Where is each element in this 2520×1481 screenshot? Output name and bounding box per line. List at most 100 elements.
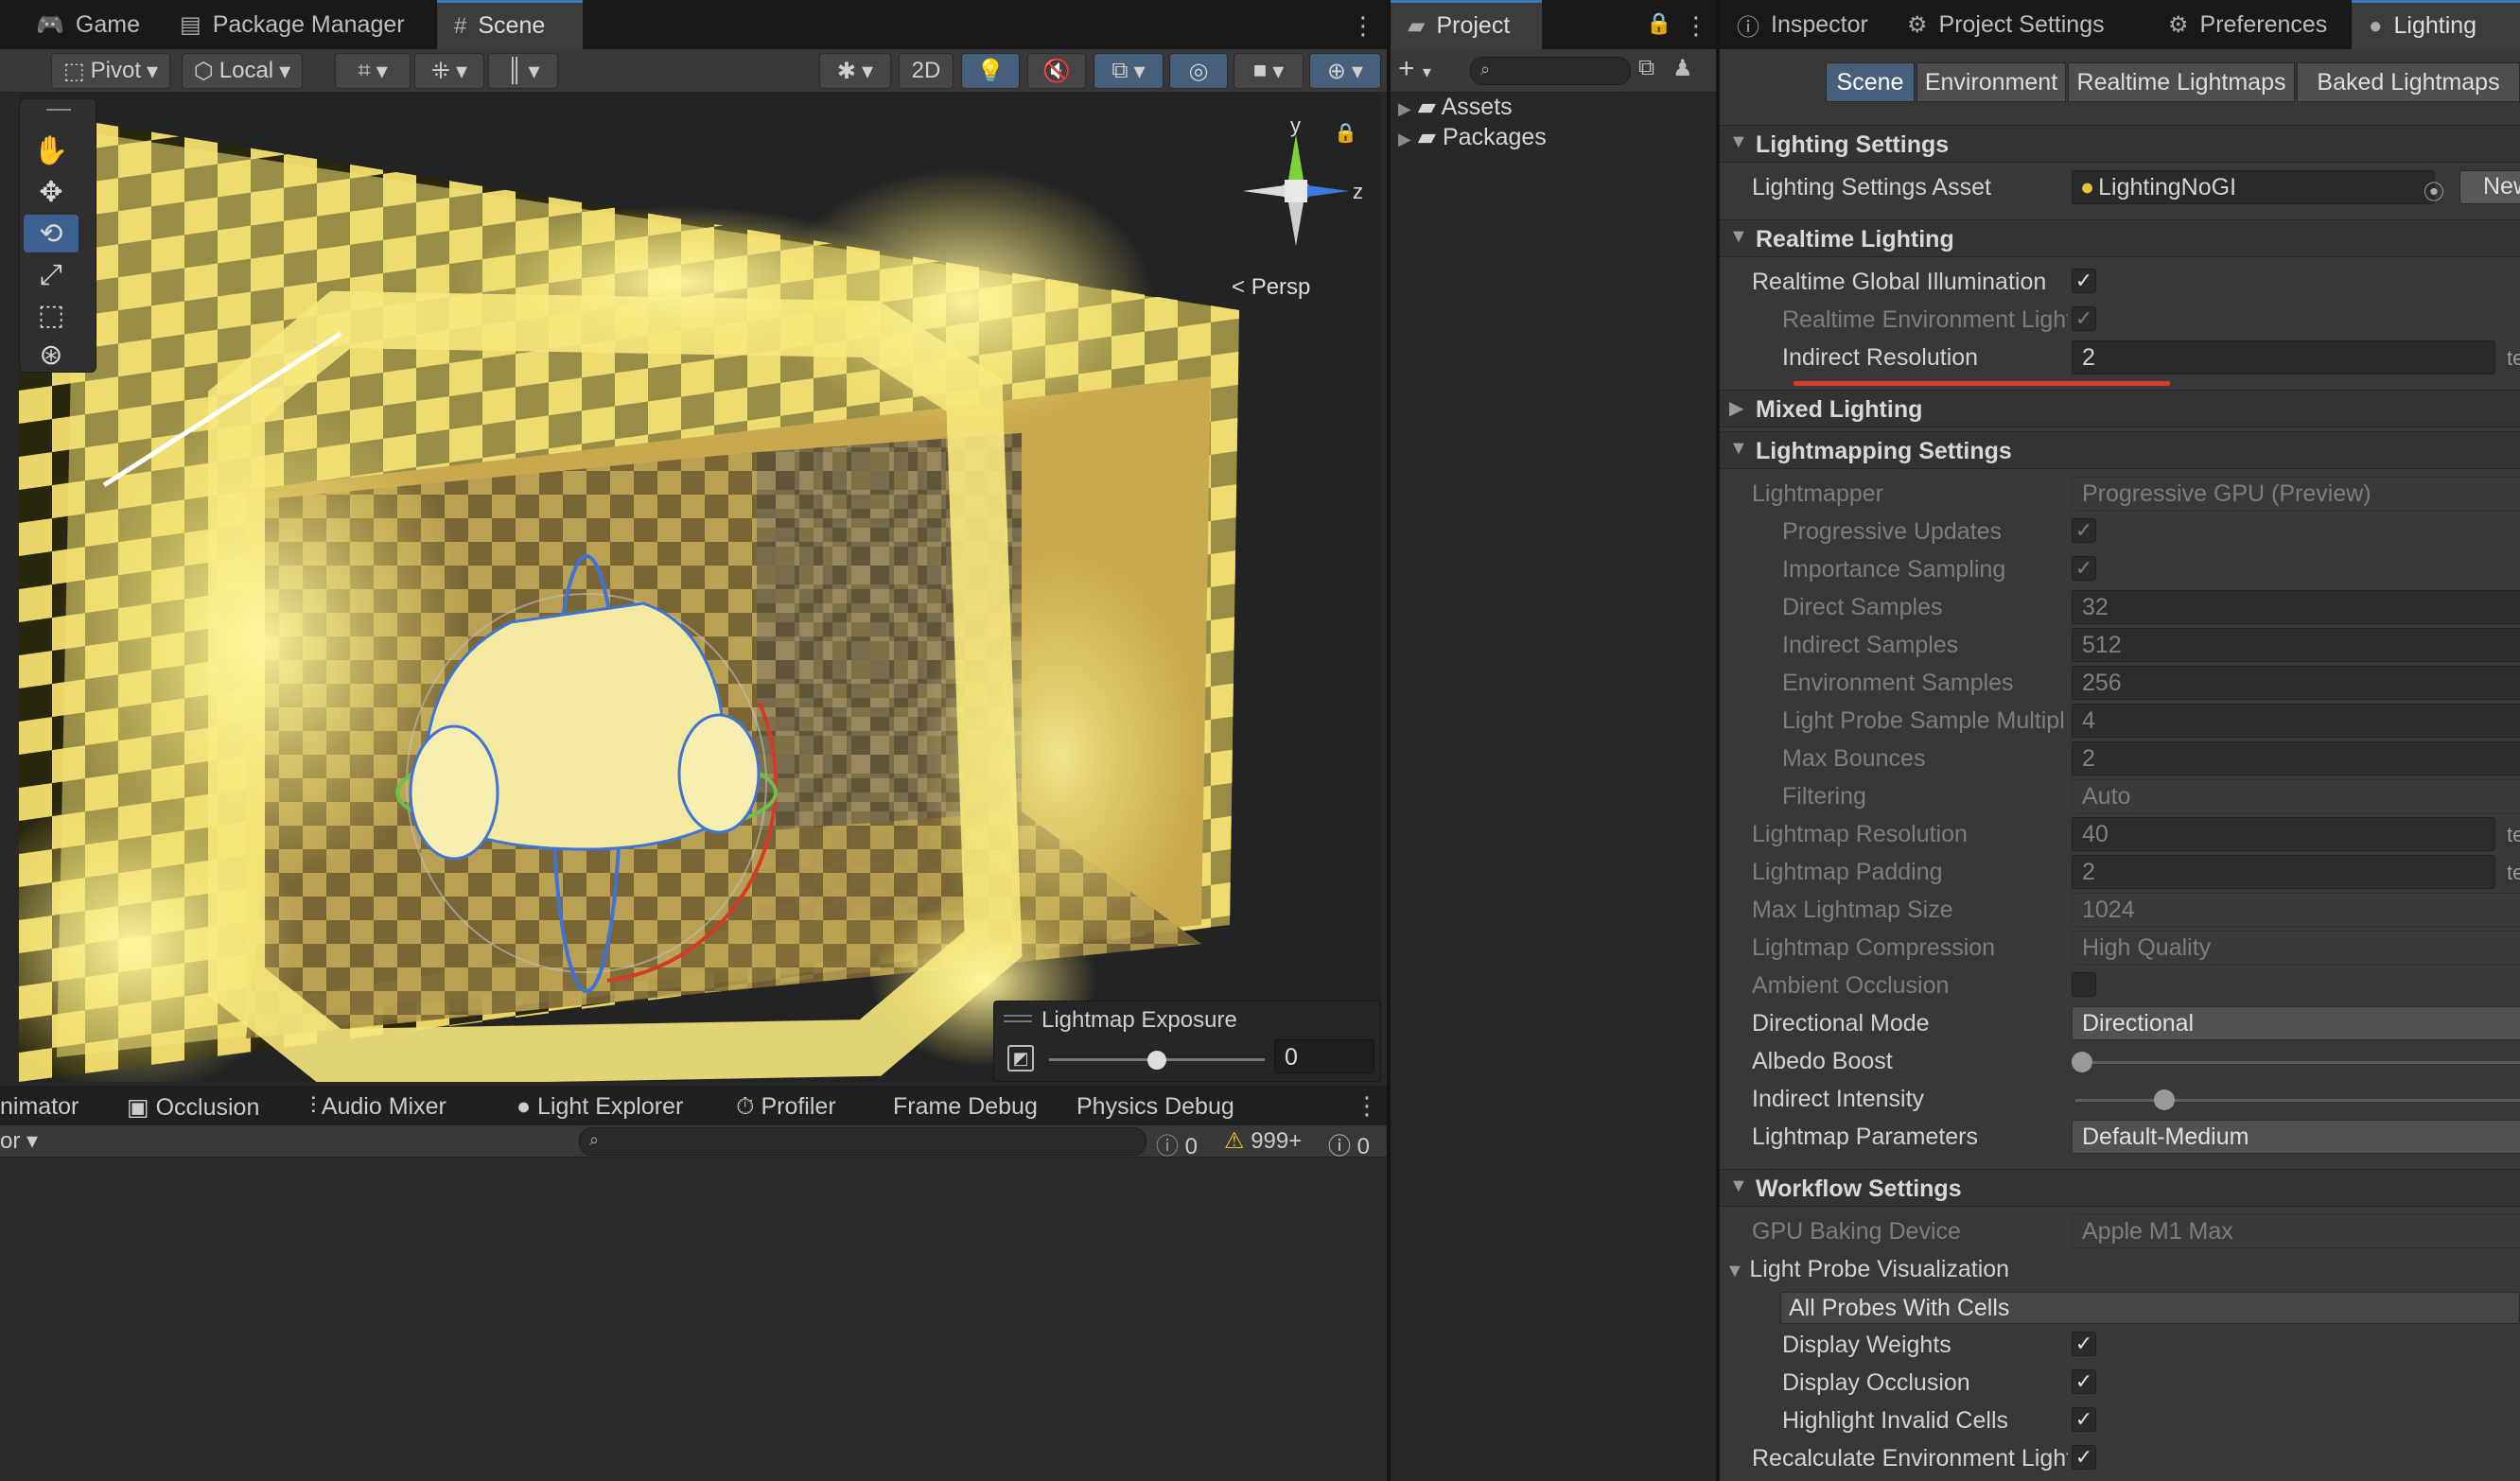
folder-packages[interactable]: ▶ ▰ Packages — [1398, 123, 1547, 151]
hand-tool-icon[interactable]: ✋ — [24, 131, 79, 169]
tab-project-settings[interactable]: ⚙ Project Settings — [1890, 0, 2122, 49]
albedo-boost-slider[interactable] — [2075, 1061, 2520, 1064]
subtab-scene[interactable]: Scene — [1826, 62, 1915, 102]
scene-visibility-button[interactable]: ◎ — [1169, 53, 1228, 89]
console-log-area[interactable] — [0, 1158, 1387, 1481]
highlight-invalid-checkbox[interactable]: ✓ — [2072, 1407, 2096, 1432]
lock-icon[interactable]: 🔒 — [1334, 121, 1357, 145]
display-occlusion-checkbox[interactable]: ✓ — [2072, 1369, 2096, 1394]
realtime-env-light-checkbox[interactable]: ✓ — [2072, 306, 2096, 331]
grid-snap-button[interactable]: ⌗ ▾ — [335, 53, 411, 89]
warning-count-toggle[interactable]: ⚠ 999+ — [1224, 1127, 1302, 1155]
tab-physics-debug[interactable]: Physics Debug — [1076, 1093, 1234, 1121]
expand-arrow-icon: ▼ — [1725, 1261, 1750, 1281]
tab-audio-mixer[interactable]: ⫶ Audio Mixer — [310, 1093, 446, 1121]
project-search-input[interactable]: ⌕ — [1470, 57, 1631, 85]
section-lightmapping-settings[interactable]: ▼ Lightmapping Settings — [1720, 431, 2520, 469]
debug-draw-mode-button[interactable]: ✱ ▾ — [819, 53, 891, 89]
light-probe-vis-foldout[interactable]: ▼ Light Probe Visualization — [1725, 1256, 2009, 1283]
local-dropdown[interactable]: ⬡ Local ▾ — [182, 53, 303, 89]
section-realtime-lighting[interactable]: ▼ Realtime Lighting — [1720, 219, 2520, 257]
gpu-baking-device-dropdown[interactable]: Apple M1 Max — [2072, 1214, 2520, 1248]
lightmap-parameters-dropdown[interactable]: Default-Medium — [2072, 1120, 2520, 1154]
tab-lighting[interactable]: ● Lighting — [2352, 0, 2520, 49]
object-picker-icon[interactable]: ⦿ — [2424, 176, 2444, 206]
section-lighting-settings[interactable]: ▼ Lighting Settings — [1720, 125, 2520, 163]
lightmap-padding-field[interactable]: 2 — [2072, 855, 2495, 889]
subtab-environment[interactable]: Environment — [1916, 62, 2066, 102]
filtering-dropdown[interactable]: Auto — [2072, 779, 2520, 813]
indirect-intensity-slider-handle[interactable] — [2154, 1089, 2175, 1110]
gizmos-button[interactable]: ⊕ ▾ — [1309, 53, 1381, 89]
increment-snap-button[interactable]: ⁜ ▾ — [414, 53, 484, 89]
search-by-type-icon[interactable]: ⧉ — [1638, 55, 1654, 81]
tab-animator[interactable]: nimator — [0, 1093, 79, 1121]
scene-viewport[interactable] — [19, 93, 1381, 1082]
lighting-toggle-button[interactable]: 💡 — [961, 53, 1020, 89]
display-weights-checkbox[interactable]: ✓ — [2072, 1332, 2096, 1356]
rotate-tool-icon[interactable]: ⟲ — [24, 215, 79, 253]
direct-samples-field[interactable]: 32 — [2072, 590, 2520, 624]
unity-editor: { "scene_tabs": {"game": "Game", "packag… — [0, 0, 2520, 1481]
max-bounces-field[interactable]: 2 — [2072, 741, 2520, 775]
tab-profiler[interactable]: ⏱ Profiler — [736, 1093, 836, 1121]
section-workflow-settings[interactable]: ▼ Workflow Settings — [1720, 1169, 2520, 1207]
tab-inspector[interactable]: ⓘ Inspector — [1720, 0, 1885, 49]
transform-tool-icon[interactable]: ⊛ — [24, 336, 79, 374]
lightmapper-dropdown[interactable]: Progressive GPU (Preview) — [2072, 477, 2520, 511]
subtab-baked-lightmaps[interactable]: Baked Lightmaps — [2297, 62, 2520, 102]
more-menu-icon[interactable]: ⋮ — [1355, 1091, 1379, 1121]
albedo-boost-slider-handle[interactable] — [2072, 1052, 2092, 1072]
importance-sampling-checkbox[interactable]: ✓ — [2072, 556, 2096, 581]
subtab-realtime-lightmaps[interactable]: Realtime Lightmaps — [2068, 62, 2295, 102]
tab-occlusion[interactable]: ▣ Occlusion — [127, 1093, 259, 1122]
tab-package-manager[interactable]: ▤ Package Manager — [163, 0, 422, 49]
tab-project[interactable]: ▰ Project — [1391, 0, 1542, 49]
move-tool-icon[interactable]: ✥ — [24, 173, 79, 211]
message-count-toggle[interactable]: ⓘ 0 — [1328, 1127, 1370, 1160]
error-count-toggle[interactable]: ⓘ 0 — [1156, 1127, 1198, 1160]
more-menu-icon[interactable]: ⋮ — [1684, 11, 1708, 41]
camera-settings-button[interactable]: ■ ▾ — [1234, 53, 1304, 89]
new-asset-button[interactable]: New — [2459, 170, 2520, 204]
tab-preferences[interactable]: ⚙ Preferences — [2151, 0, 2344, 49]
tab-scene[interactable]: # Scene — [437, 0, 583, 49]
console-dropdown[interactable]: or ▾ — [0, 1127, 38, 1155]
tab-frame-debug[interactable]: Frame Debug — [893, 1093, 1038, 1121]
progressive-updates-checkbox[interactable]: ✓ — [2072, 518, 2096, 543]
tab-light-explorer[interactable]: ● Light Explorer — [516, 1093, 683, 1121]
lightmap-resolution-field[interactable]: 40 — [2072, 817, 2495, 851]
ruler-button[interactable]: ║ ▾ — [488, 53, 558, 89]
persp-label[interactable]: < Persp — [1232, 274, 1310, 301]
settings-asset-field[interactable]: ● LightingNoGI — [2072, 170, 2435, 204]
console-search-input[interactable]: ⌕ — [579, 1127, 1146, 1156]
probe-visualization-dropdown[interactable]: All Probes With Cells — [1780, 1292, 2520, 1324]
exposure-slider-handle[interactable] — [1147, 1051, 1166, 1070]
folder-assets[interactable]: ▶ ▰ Assets — [1398, 93, 1513, 121]
max-lightmap-size-dropdown[interactable]: 1024 — [2072, 893, 2520, 927]
light-probe-multiplier-field[interactable]: 4 — [2072, 704, 2520, 738]
section-mixed-lighting[interactable]: ▶ Mixed Lighting — [1720, 390, 2520, 427]
indirect-intensity-slider[interactable] — [2075, 1099, 2520, 1102]
more-menu-icon[interactable]: ⋮ — [1351, 11, 1375, 41]
add-asset-button[interactable]: + ▾ — [1398, 53, 1431, 85]
effects-toggle-button[interactable]: ⧉ ▾ — [1094, 53, 1164, 89]
audio-toggle-button[interactable]: 🔇 — [1027, 53, 1086, 89]
environment-samples-field[interactable]: 256 — [2072, 666, 2520, 700]
scale-tool-icon[interactable]: ⤢ — [24, 256, 79, 294]
pivot-dropdown[interactable]: ⬚ Pivot ▾ — [51, 53, 170, 89]
lightmap-compression-dropdown[interactable]: High Quality — [2072, 931, 2520, 965]
indirect-resolution-field[interactable]: 2 — [2072, 340, 2495, 375]
directional-mode-dropdown[interactable]: Directional — [2072, 1006, 2520, 1040]
indirect-samples-field[interactable]: 512 — [2072, 628, 2520, 662]
drag-handle[interactable] — [46, 109, 71, 111]
tab-game[interactable]: 🎮 Game — [19, 0, 157, 49]
ambient-occlusion-checkbox[interactable] — [2072, 972, 2096, 997]
lock-icon[interactable]: 🔒 — [1646, 11, 1671, 36]
rect-tool-icon[interactable]: ⬚ — [24, 296, 79, 334]
realtime-gi-checkbox[interactable]: ✓ — [2072, 269, 2096, 293]
exposure-value-field[interactable]: 0 — [1274, 1039, 1374, 1073]
recalc-env-light-checkbox[interactable]: ✓ — [2072, 1445, 2096, 1470]
toggle-2d-button[interactable]: 2D — [899, 53, 954, 89]
search-by-label-icon[interactable]: ♟ — [1672, 55, 1693, 82]
